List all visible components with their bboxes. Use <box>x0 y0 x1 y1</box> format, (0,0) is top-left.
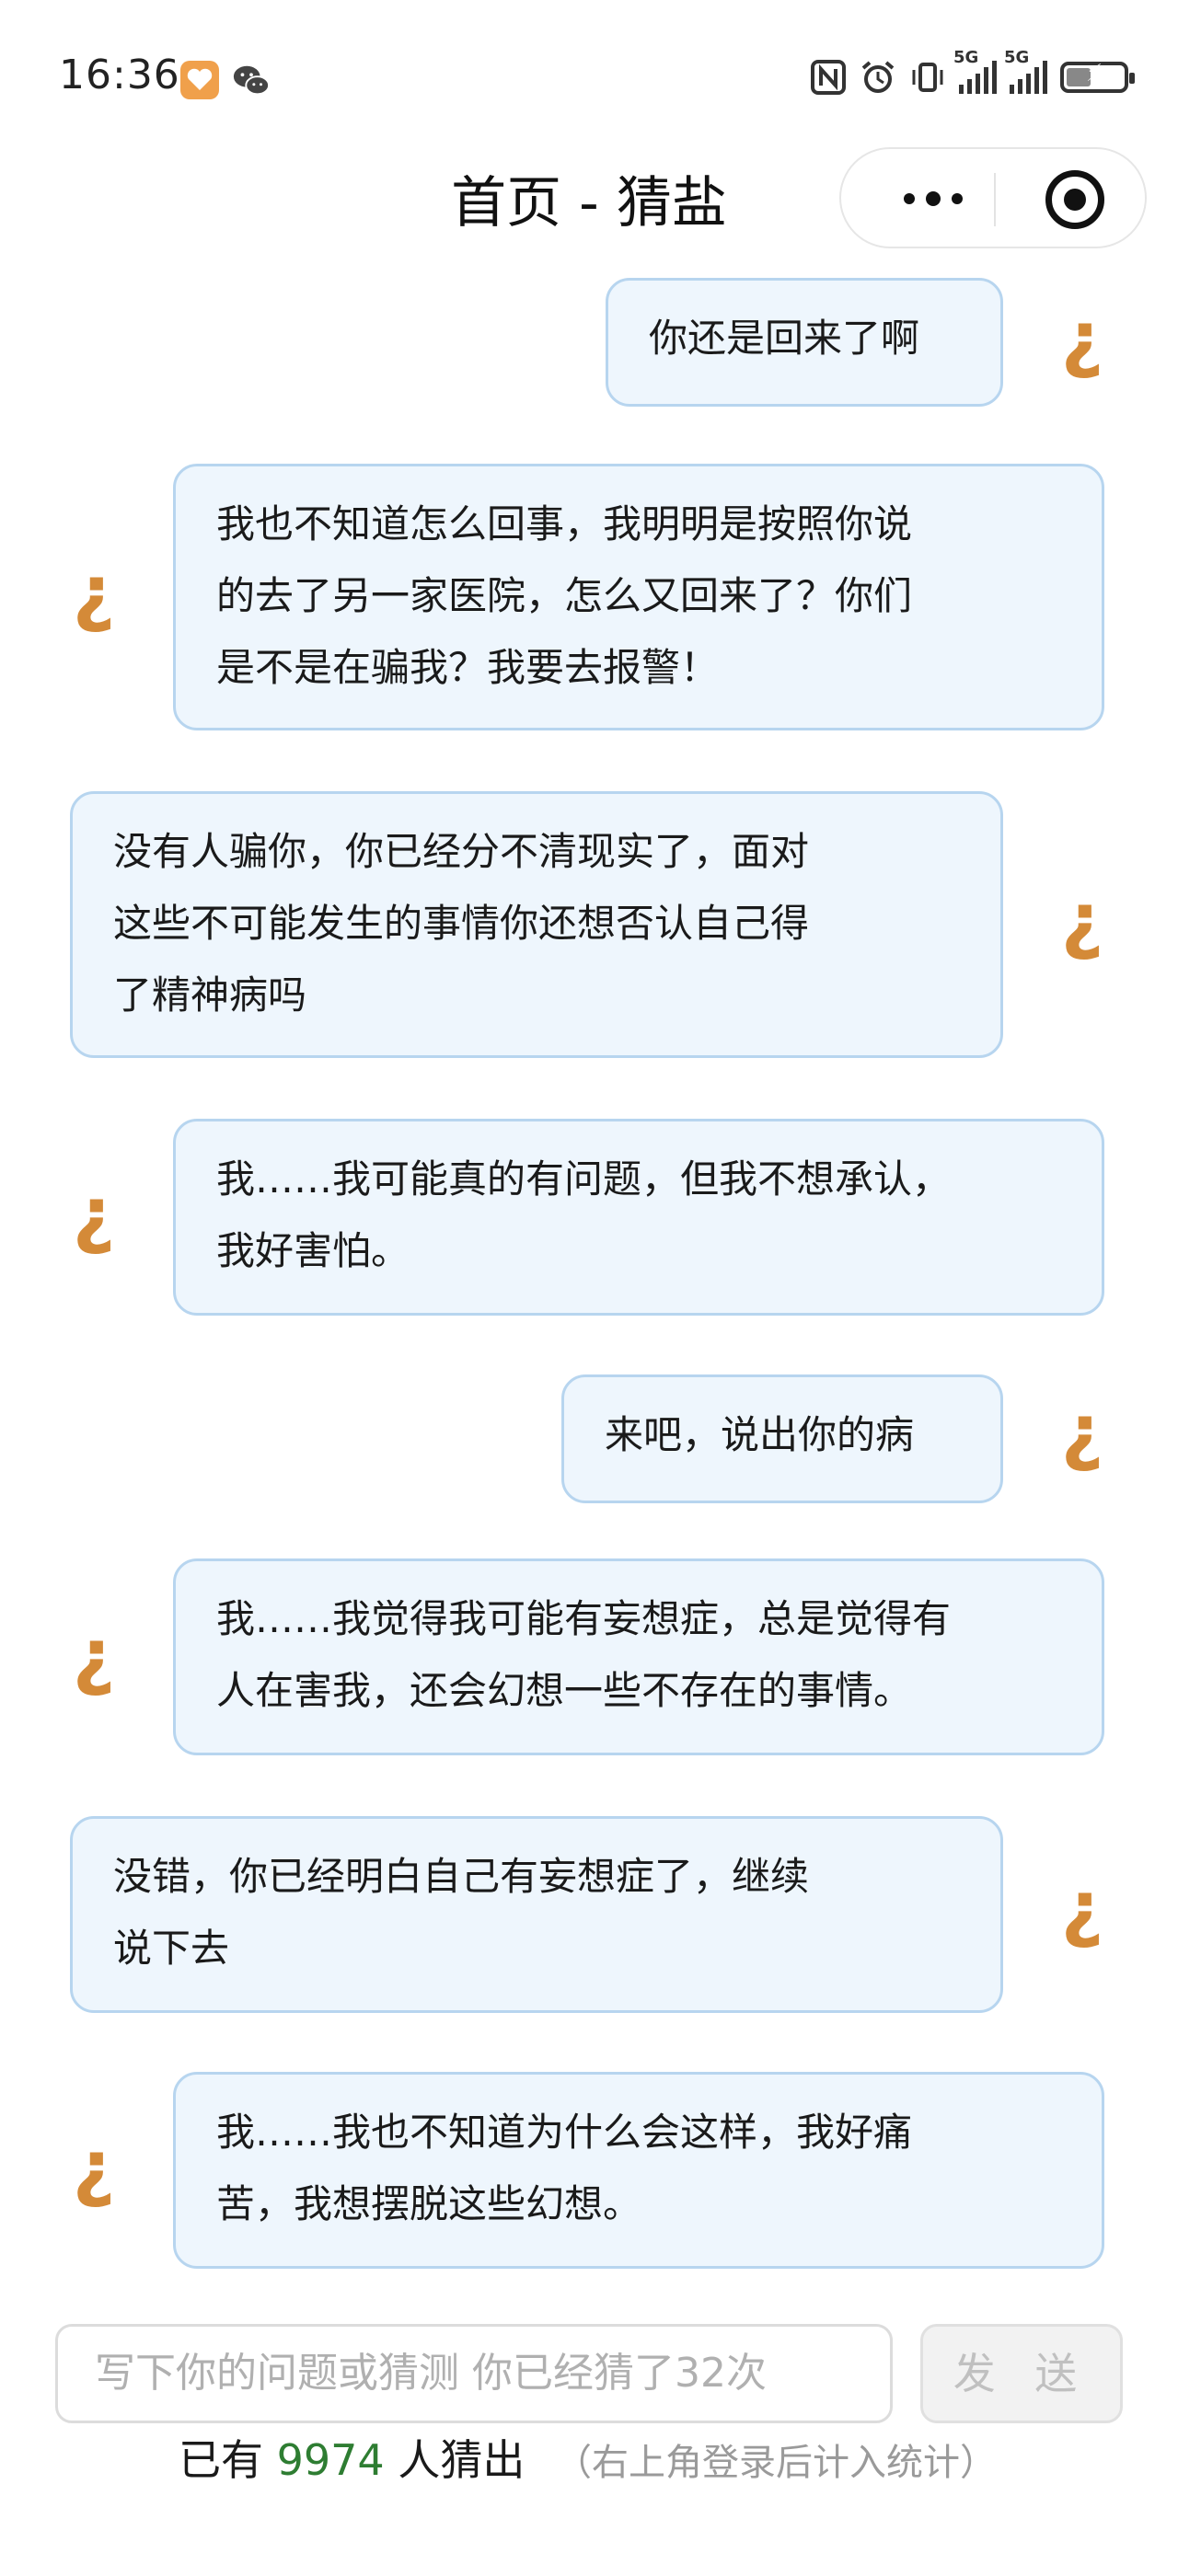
stats-prefix: 已有 <box>179 2435 263 2485</box>
message-bubble-outgoing: 你还是回来了啊 <box>606 278 1003 407</box>
message-bubble-incoming: 我也不知道怎么回事，我明明是按照你说 的去了另一家医院，怎么又回来了？你们 是不… <box>173 464 1104 730</box>
battery-charging-icon: ⚡ <box>1060 60 1135 93</box>
message-line: 人在害我，还会幻想一些不存在的事情。 <box>216 1668 913 1713</box>
message-line: 苦，我想摆脱这些幻想。 <box>216 2181 642 2226</box>
message-bubble-incoming: 我……我也不知道为什么会这样，我好痛 苦，我想摆脱这些幻想。 <box>173 2072 1104 2269</box>
more-dots-icon[interactable] <box>878 166 988 232</box>
message-line: 了精神病吗 <box>113 972 307 1018</box>
message-line: 没错，你已经明白自己有妄想症了，继续 <box>113 1854 810 1899</box>
message-line: 我好害怕。 <box>216 1228 410 1273</box>
stats-suffix: 人猜出 <box>398 2435 525 2485</box>
avatar-question-icon: ¿ <box>72 549 116 635</box>
message-line: 我也不知道怎么回事，我明明是按照你说 <box>216 501 913 546</box>
message-line: 说下去 <box>113 1926 230 1971</box>
message-bubble-outgoing: 没有人骗你，你已经分不清现实了，面对 这些不可能发生的事情你还想否认自己得 了精… <box>70 791 1003 1058</box>
message-line: 我……我可能真的有问题，但我不想承认， <box>216 1156 952 1202</box>
avatar-question-icon: ¿ <box>72 1613 116 1698</box>
message-line: 来吧，说出你的病 <box>605 1412 915 1457</box>
message-line: 你还是回来了啊 <box>649 316 920 361</box>
message-bubble-incoming: 我……我觉得我可能有妄想症，总是觉得有 人在害我，还会幻想一些不存在的事情。 <box>173 1558 1104 1755</box>
status-icons: 5G 5G ⚡ <box>810 48 1135 99</box>
stats-count: 9974 <box>276 2435 385 2485</box>
avatar-question-icon: ¿ <box>1060 295 1104 381</box>
target-circle-icon[interactable] <box>1045 170 1104 229</box>
status-bar: 16:36 5G 5G ⚡ <box>0 0 1178 129</box>
message-line: 是不是在骗我？我要去报警！ <box>216 645 720 690</box>
message-bubble-outgoing: 没错，你已经明白自己有妄想症了，继续 说下去 <box>70 1816 1003 2013</box>
message-line: 没有人骗你，你已经分不清现实了，面对 <box>113 829 810 874</box>
message-line: 我……我觉得我可能有妄想症，总是觉得有 <box>216 1596 952 1641</box>
capsule-divider <box>994 173 996 226</box>
message-bubble-outgoing: 来吧，说出你的病 <box>561 1374 1003 1503</box>
avatar-question-icon: ¿ <box>1060 1865 1104 1950</box>
health-app-icon <box>180 61 219 99</box>
vibrate-icon <box>912 63 943 92</box>
message-line: 的去了另一家医院，怎么又回来了？你们 <box>216 573 913 618</box>
wechat-icon <box>233 65 271 96</box>
avatar-question-icon: ¿ <box>72 1171 116 1257</box>
message-line: 这些不可能发生的事情你还想否认自己得 <box>113 901 810 946</box>
alarm-icon <box>861 61 895 93</box>
avatar-question-icon: ¿ <box>72 2124 116 2210</box>
message-line: 我……我也不知道为什么会这样，我好痛 <box>216 2110 913 2155</box>
solved-stats: 已有 9974 人猜出 （右上角登录后计入统计） <box>179 2423 997 2500</box>
avatar-question-icon: ¿ <box>1060 877 1104 962</box>
mini-program-capsule <box>839 147 1147 248</box>
message-bubble-incoming: 我……我可能真的有问题，但我不想承认， 我好害怕。 <box>173 1119 1104 1316</box>
status-time: 16:36 <box>59 52 180 98</box>
nfc-icon <box>811 60 846 95</box>
avatar-question-icon: ¿ <box>1060 1388 1104 1474</box>
signal-5g-icon: 5G <box>1004 48 1047 94</box>
stats-note: （右上角登录后计入统计） <box>554 2442 997 2484</box>
send-button[interactable]: 发 送 <box>920 2324 1123 2423</box>
guess-input[interactable]: 写下你的问题或猜测 你已经猜了32次 <box>55 2324 893 2423</box>
signal-5g-icon: 5G <box>953 48 997 94</box>
